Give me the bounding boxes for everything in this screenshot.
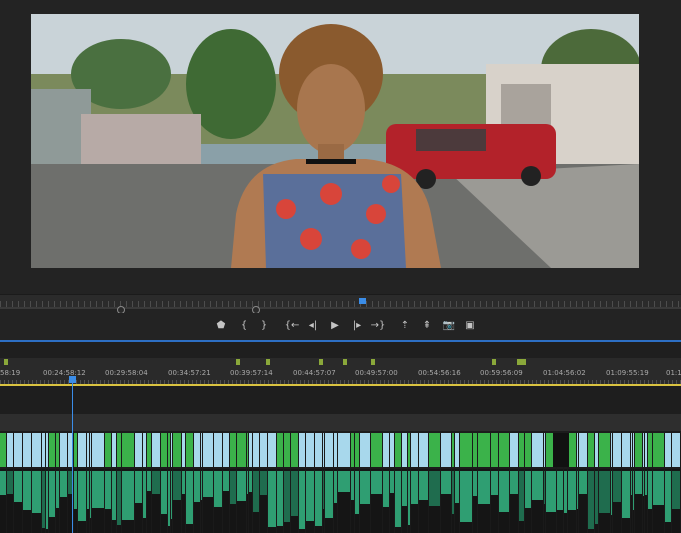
sequence-marker[interactable]: [492, 359, 496, 365]
ruler-timecode: 00:59:56:09: [480, 369, 523, 377]
ruler-timecode: 01:04:56:02: [543, 369, 586, 377]
ruler-timecode: 00:29:58:04: [105, 369, 148, 377]
add-marker-button[interactable]: ⬟: [213, 316, 229, 334]
timeline-playhead-line[interactable]: [72, 383, 73, 533]
step-back-button[interactable]: ◂|: [305, 316, 321, 334]
comparison-view-button[interactable]: ▣: [462, 316, 478, 334]
play-button[interactable]: ▶: [327, 316, 343, 334]
sequence-marker[interactable]: [371, 359, 375, 365]
lift-button[interactable]: ⇡: [397, 316, 413, 334]
audio-tracks[interactable]: [0, 469, 681, 533]
program-monitor: [0, 0, 681, 296]
ruler-timecode: 01:1: [666, 369, 681, 377]
empty-video-tracks[interactable]: [0, 386, 681, 414]
ruler-timecode: 58:19: [0, 369, 21, 377]
ruler-timecode: 00:39:57:14: [230, 369, 273, 377]
timeline-playhead-handle[interactable]: [69, 376, 76, 383]
sequence-marker-strip[interactable]: [0, 358, 681, 366]
video-track-v1[interactable]: [0, 431, 681, 469]
transport-controls: ⬟ { } {← ◂| ▶ |▸ →} ⇡ ⇞ 📷 ▣: [0, 313, 681, 339]
ruler-timecode: 00:54:56:16: [418, 369, 461, 377]
ruler-timecode: 00:44:57:07: [293, 369, 336, 377]
extract-button[interactable]: ⇞: [419, 316, 435, 334]
sequence-marker[interactable]: [266, 359, 270, 365]
video-still-image: [31, 14, 639, 268]
program-mini-ruler[interactable]: [0, 294, 681, 309]
sequence-marker[interactable]: [4, 359, 8, 365]
monitor-playhead[interactable]: [359, 298, 366, 304]
go-to-in-button[interactable]: {←: [284, 316, 300, 334]
sequence-marker[interactable]: [319, 359, 323, 365]
mark-out-button[interactable]: }: [256, 316, 272, 334]
export-frame-button[interactable]: 📷: [441, 316, 457, 334]
ruler-timecode: 00:24:58:12: [43, 369, 86, 377]
ruler-timecode: 01:09:55:19: [606, 369, 649, 377]
video-frame[interactable]: [31, 14, 639, 268]
ruler-timecode: 00:34:57:21: [168, 369, 211, 377]
timeline-time-ruler[interactable]: 58:19 00:24:58:12 00:29:58:04 00:34:57:2…: [0, 366, 681, 386]
sequence-marker[interactable]: [517, 359, 526, 365]
zoom-scroll-bar[interactable]: [0, 307, 681, 309]
step-forward-button[interactable]: |▸: [349, 316, 365, 334]
ruler-timecode: 00:49:57:00: [355, 369, 398, 377]
mark-in-button[interactable]: {: [236, 316, 252, 334]
track-separator: [0, 414, 681, 431]
timeline-header: [0, 342, 681, 358]
sequence-marker[interactable]: [236, 359, 240, 365]
sequence-marker[interactable]: [343, 359, 347, 365]
go-to-out-button[interactable]: →}: [370, 316, 386, 334]
